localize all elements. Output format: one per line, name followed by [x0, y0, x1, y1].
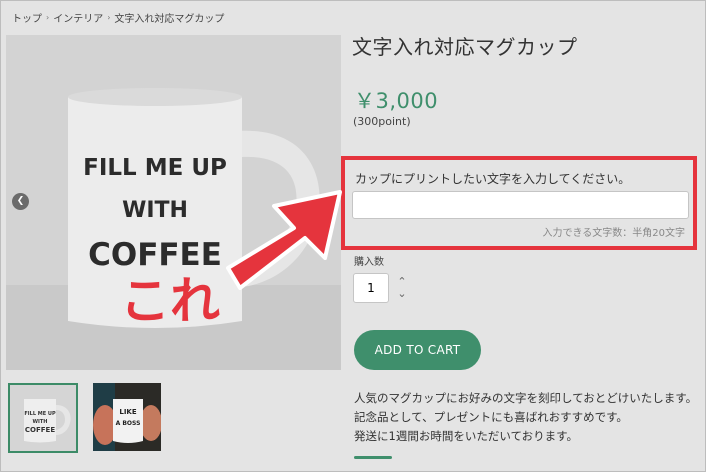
annotation-callout-text: これ [120, 272, 220, 330]
custom-text-label: カップにプリントしたい文字を入力してください。 [355, 172, 631, 186]
mug-text-line3: COFFEE [88, 237, 222, 273]
breadcrumb-item-top[interactable]: トップ [12, 10, 42, 25]
thumb2-mug-text-line1: LIKE [119, 408, 136, 416]
chevron-right-icon: ❯ [323, 196, 332, 206]
breadcrumb-item-interior[interactable]: インテリア [53, 10, 103, 25]
mug-text-line1: FILL ME UP [83, 155, 227, 181]
thumbnail-mug-image: FILL ME UP WITH COFFEE [10, 385, 76, 451]
chevron-down-icon[interactable]: ⌄ [395, 288, 409, 300]
product-description: 人気のマグカップにお好みの文字を刻印しておとどけいたします。 記念品として、プレ… [354, 389, 697, 446]
thumb-mug-text-line3: COFFEE [25, 426, 55, 434]
char-limit-note: 入力できる文字数：半角20文字 [542, 228, 685, 239]
carousel-next-button[interactable]: ❯ [319, 193, 336, 210]
thumbnail-hands-mug-image: LIKE A BOSS [93, 383, 161, 451]
breadcrumb: トップ › インテリア › 文字入れ対応マグカップ [12, 10, 224, 25]
breadcrumb-item-current: 文字入れ対応マグカップ [114, 14, 225, 25]
custom-text-input[interactable] [352, 191, 689, 219]
product-title: 文字入れ対応マグカップ [352, 35, 578, 59]
quantity-label: 購入数 [354, 257, 384, 268]
thumb-mug-text-line2: WITH [33, 419, 48, 425]
quantity-stepper[interactable]: ⌃ ⌄ [395, 276, 409, 300]
breadcrumb-separator: › [107, 13, 111, 22]
mug-text-line2: WITH [122, 198, 188, 223]
description-line: 人気のマグカップにお好みの文字を刻印しておとどけいたします。 [354, 391, 698, 405]
thumb-mug-text-line1: FILL ME UP [24, 411, 56, 417]
product-points: (300point) [353, 115, 411, 128]
carousel-prev-button[interactable]: ❮ [12, 193, 29, 210]
section-indicator [354, 456, 392, 459]
chevron-left-icon: ❮ [16, 196, 25, 206]
description-line: 記念品として、プレゼントにも喜ばれおすすめです。 [354, 410, 628, 424]
product-price: ￥3,000 [354, 89, 439, 113]
add-to-cart-button[interactable]: ADD TO CART [354, 330, 481, 370]
thumbnail-2[interactable]: LIKE A BOSS [93, 383, 161, 451]
quantity-input[interactable] [353, 273, 389, 303]
breadcrumb-separator: › [46, 13, 50, 22]
thumb2-mug-text-line2: A BOSS [116, 420, 141, 427]
thumbnail-1[interactable]: FILL ME UP WITH COFFEE [8, 383, 78, 453]
description-line: 発送に1週間お時間をいただいております。 [354, 429, 578, 443]
